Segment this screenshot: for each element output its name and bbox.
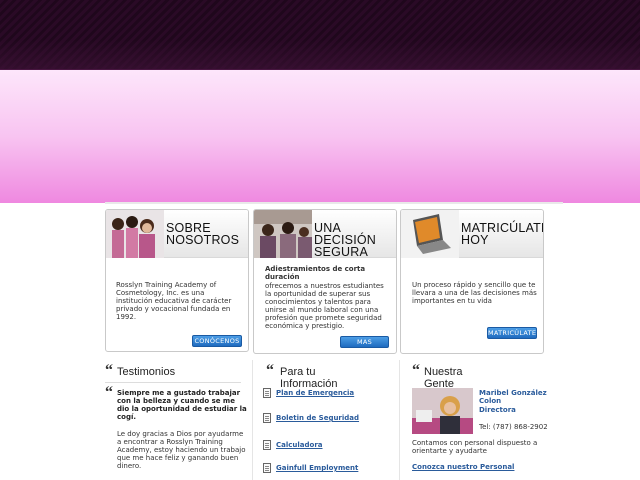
card-body: ofrecemos a nuestros estudiantes la opor… bbox=[265, 282, 384, 330]
document-icon bbox=[263, 388, 271, 398]
mas-button[interactable]: MAS bbox=[340, 336, 389, 348]
card-matriculate: MATRICÚLATE HOY Un proceso rápido y senc… bbox=[400, 209, 544, 354]
conocenos-button[interactable]: CONÓCENOS bbox=[192, 335, 242, 347]
card-body: Rosslyn Training Academy of Cosmetology,… bbox=[116, 281, 232, 321]
document-icon bbox=[263, 413, 271, 423]
quote-icon: “ bbox=[266, 362, 274, 379]
card-body: Un proceso rápido y sencillo que te llev… bbox=[412, 281, 537, 305]
card-title: MATRICÚLATE HOY bbox=[461, 221, 544, 247]
quote-icon: “ bbox=[105, 362, 113, 379]
students-photo bbox=[106, 210, 164, 258]
classroom-photo bbox=[254, 210, 312, 258]
matriculate-button[interactable]: MATRICÚLATE bbox=[487, 327, 537, 339]
divider bbox=[252, 360, 253, 480]
card-subtitle: Adiestramientos de corta duración bbox=[265, 265, 366, 281]
card-title: UNA DECISIÓN SEGURA bbox=[314, 221, 377, 259]
section-title: Para tu Información bbox=[280, 366, 338, 390]
contact-text: Contamos con personal dispuesto a orient… bbox=[412, 439, 538, 455]
divider bbox=[105, 202, 563, 204]
card-decision-segura: UNA DECISIÓN SEGURA Adiestramientos de c… bbox=[253, 209, 397, 354]
card-header: SOBRE NOSOTROS bbox=[106, 210, 248, 258]
hero-area bbox=[0, 70, 640, 203]
testimonial-quote: Siempre me a gustado trabajar con la bel… bbox=[117, 389, 247, 421]
laptop-icon bbox=[401, 210, 459, 258]
card-sobre-nosotros: SOBRE NOSOTROS Rosslyn Training Academy … bbox=[105, 209, 249, 352]
divider bbox=[399, 360, 400, 480]
card-header: MATRICÚLATE HOY bbox=[401, 210, 543, 258]
card-header: UNA DECISIÓN SEGURA bbox=[254, 210, 396, 258]
top-banner bbox=[0, 0, 640, 70]
staff-role: Directora bbox=[479, 406, 516, 414]
link-conozca-personal[interactable]: Conozca nuestro Personal bbox=[412, 463, 552, 471]
section-title: Nuestra Gente bbox=[424, 366, 463, 390]
testimonial-text: Le doy gracias a Dios por ayudarme a enc… bbox=[117, 430, 246, 470]
link-calculadora[interactable]: Calculadora bbox=[276, 441, 323, 449]
section-title: Testimonios bbox=[117, 366, 176, 378]
quote-icon: “ bbox=[412, 362, 420, 379]
quote-icon: “ bbox=[105, 384, 113, 401]
staff-phone: Tel: (787) 868-2902 bbox=[479, 423, 548, 431]
divider bbox=[105, 382, 241, 383]
link-gainfull-employment[interactable]: Gainfull Employment bbox=[276, 464, 358, 472]
link-plan-emergencia[interactable]: Plan de Emergencia bbox=[276, 389, 354, 397]
document-icon bbox=[263, 463, 271, 473]
staff-photo bbox=[412, 388, 473, 434]
link-boletin-seguridad[interactable]: Boletin de Seguridad bbox=[276, 414, 359, 422]
staff-name: Maribel González Colon bbox=[479, 389, 547, 405]
card-title: SOBRE NOSOTROS bbox=[166, 221, 240, 247]
document-icon bbox=[263, 440, 271, 450]
